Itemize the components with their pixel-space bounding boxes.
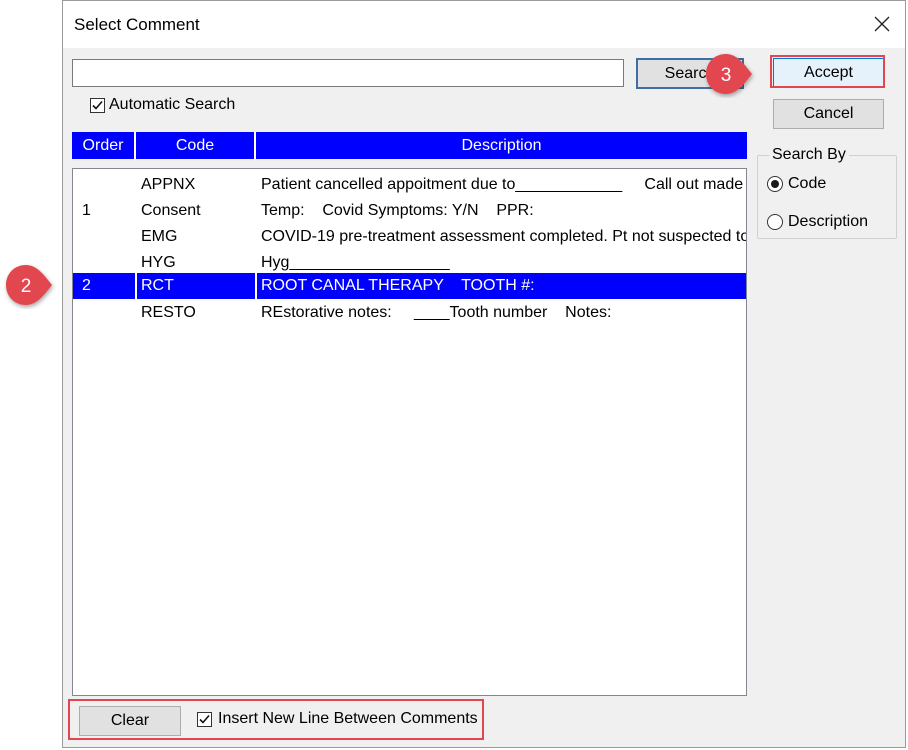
row-description: Hyg__________________ — [261, 254, 450, 271]
list-row-selected[interactable]: 2 RCT ROOT CANAL THERAPY TOOTH #: — [73, 273, 746, 299]
highlight-box-accept — [770, 55, 885, 88]
step-3-marker-icon: 3 — [706, 54, 752, 94]
radio-search-by-description[interactable]: Description — [767, 213, 868, 231]
column-header-description[interactable]: Description — [256, 132, 747, 159]
automatic-search-label: Automatic Search — [109, 96, 236, 113]
row-code: RCT — [141, 277, 174, 294]
step-2-label: 2 — [21, 276, 32, 297]
screenshot-stage: Select Comment Search Accept Cancel Auto… — [0, 0, 908, 750]
cancel-button[interactable]: Cancel — [773, 99, 884, 129]
selection-separator — [255, 273, 257, 299]
close-icon — [874, 16, 890, 32]
comment-list[interactable]: APPNX Patient cancelled appoitment due t… — [72, 168, 747, 696]
row-description: Temp: Covid Symptoms: Y/N PPR: — [261, 202, 534, 219]
radio-description-label: Description — [788, 213, 869, 230]
title-bar: Select Comment — [63, 1, 905, 48]
column-header-order[interactable]: Order — [72, 132, 136, 159]
list-row[interactable]: EMG COVID-19 pre-treatment assessment co… — [73, 224, 746, 250]
row-description: Patient cancelled appoitment due to_____… — [261, 176, 744, 193]
row-order: 2 — [82, 277, 91, 294]
checkbox-checked-icon — [90, 97, 105, 113]
close-button[interactable] — [867, 9, 897, 39]
selection-separator — [135, 273, 137, 299]
automatic-search-checkbox[interactable]: Automatic Search — [90, 96, 235, 114]
step-3-label: 3 — [721, 65, 732, 86]
search-input[interactable] — [72, 59, 624, 87]
radio-code-label: Code — [788, 175, 827, 192]
row-code: HYG — [141, 254, 176, 271]
highlight-box-bottom-controls — [68, 699, 484, 740]
column-header-code[interactable]: Code — [136, 132, 256, 159]
row-code: RESTO — [141, 304, 196, 321]
row-code: EMG — [141, 228, 178, 245]
column-header-description-label: Description — [461, 136, 542, 154]
row-description: COVID-19 pre-treatment assessment comple… — [261, 228, 747, 245]
row-code: Consent — [141, 202, 201, 219]
select-comment-dialog: Select Comment Search Accept Cancel Auto… — [62, 0, 906, 748]
search-by-label: Search By — [769, 146, 849, 164]
radio-selected-icon — [767, 176, 783, 192]
row-code: APPNX — [141, 176, 196, 193]
list-row[interactable]: APPNX Patient cancelled appoitment due t… — [73, 172, 746, 198]
radio-unselected-icon — [767, 214, 783, 230]
column-header-order-label: Order — [82, 136, 124, 154]
row-order: 1 — [82, 202, 91, 219]
row-description: ROOT CANAL THERAPY TOOTH #: — [261, 277, 535, 294]
column-header-code-label: Code — [175, 136, 215, 154]
dialog-title: Select Comment — [74, 15, 200, 34]
list-row[interactable]: RESTO REstorative notes: ____Tooth numbe… — [73, 300, 746, 326]
row-description: REstorative notes: ____Tooth number Note… — [261, 304, 612, 321]
list-row[interactable]: 1 Consent Temp: Covid Symptoms: Y/N PPR: — [73, 198, 746, 224]
cancel-button-label: Cancel — [803, 105, 854, 122]
radio-search-by-code[interactable]: Code — [767, 175, 826, 193]
step-2-marker-icon: 2 — [6, 265, 52, 305]
